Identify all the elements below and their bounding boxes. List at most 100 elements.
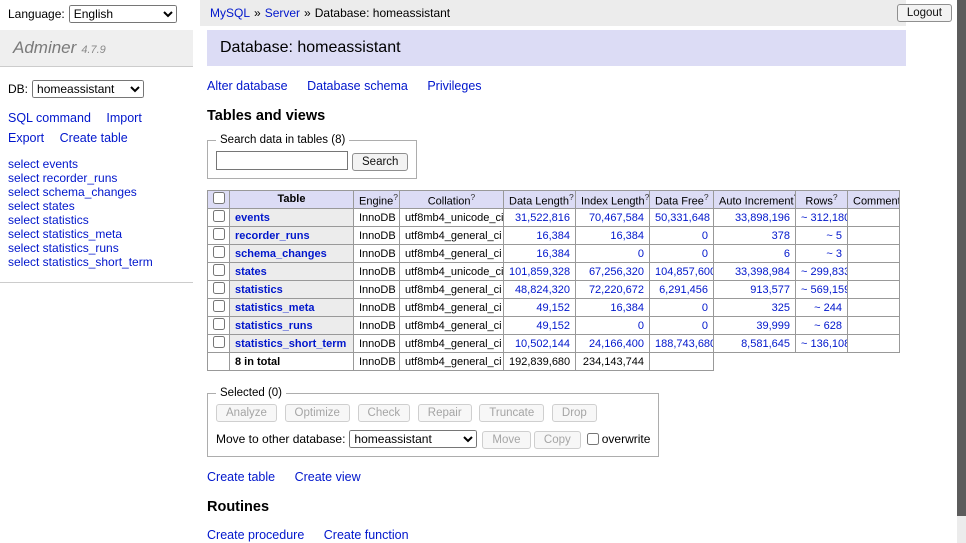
data-length-link[interactable]: 48,824,320 bbox=[515, 284, 570, 296]
rows-link[interactable]: ~ 5 bbox=[826, 230, 842, 242]
table-name-link[interactable]: statistics_meta bbox=[235, 302, 315, 314]
breadcrumb-server-link[interactable]: Server bbox=[265, 6, 300, 20]
breadcrumb-mysql-link[interactable]: MySQL bbox=[210, 6, 250, 20]
sidebar-table-link[interactable]: select statistics_short_term bbox=[8, 256, 185, 269]
table-name-link[interactable]: statistics_short_term bbox=[235, 338, 346, 350]
sidebar-table-link[interactable]: select statistics bbox=[8, 214, 185, 227]
db-action-link[interactable]: Privileges bbox=[427, 79, 481, 93]
search-input[interactable] bbox=[216, 151, 348, 170]
data-length-link[interactable]: 31,522,816 bbox=[515, 212, 570, 224]
index-length-link[interactable]: 24,166,400 bbox=[589, 338, 644, 350]
help-icon[interactable]: ? bbox=[704, 192, 709, 202]
index-length-link[interactable]: 67,256,320 bbox=[589, 266, 644, 278]
index-length-link[interactable]: 16,384 bbox=[610, 230, 644, 242]
data-length-link[interactable]: 49,152 bbox=[536, 320, 570, 332]
select-all-checkbox[interactable] bbox=[213, 192, 225, 204]
sidebar-table-link[interactable]: select statistics_meta bbox=[8, 228, 185, 241]
row-checkbox[interactable] bbox=[213, 282, 225, 294]
scrollbar-thumb[interactable] bbox=[957, 0, 966, 516]
data-free-link[interactable]: 0 bbox=[702, 230, 708, 242]
index-length-link[interactable]: 16,384 bbox=[610, 302, 644, 314]
overwrite-checkbox[interactable] bbox=[587, 433, 599, 445]
auto-increment-link[interactable]: 39,999 bbox=[756, 320, 790, 332]
help-icon[interactable]: ? bbox=[471, 192, 476, 202]
index-length-link[interactable]: 0 bbox=[638, 320, 644, 332]
table-name-link[interactable]: statistics_runs bbox=[235, 320, 313, 332]
copy-button[interactable]: Copy bbox=[534, 431, 581, 449]
table-name-link[interactable]: recorder_runs bbox=[235, 230, 310, 242]
sidebar-table-link[interactable]: select states bbox=[8, 200, 185, 213]
sidebar-table-link[interactable]: select schema_changes bbox=[8, 186, 185, 199]
selected-action-button[interactable]: Drop bbox=[552, 404, 597, 422]
help-icon[interactable]: ? bbox=[569, 192, 574, 202]
move-database-select[interactable]: homeassistant bbox=[349, 430, 477, 448]
row-checkbox[interactable] bbox=[213, 264, 225, 276]
row-checkbox[interactable] bbox=[213, 318, 225, 330]
row-checkbox[interactable] bbox=[213, 246, 225, 258]
data-length-link[interactable]: 49,152 bbox=[536, 302, 570, 314]
auto-increment-link[interactable]: 6 bbox=[784, 248, 790, 260]
table-name-link[interactable]: states bbox=[235, 266, 267, 278]
move-button[interactable]: Move bbox=[482, 431, 530, 449]
create-link[interactable]: Create table bbox=[207, 470, 275, 484]
index-length-link[interactable]: 70,467,584 bbox=[589, 212, 644, 224]
database-select[interactable]: homeassistant bbox=[32, 80, 144, 98]
auto-increment-link[interactable]: 8,581,645 bbox=[741, 338, 790, 350]
data-length-link[interactable]: 10,502,144 bbox=[515, 338, 570, 350]
rows-link[interactable]: ~ 312,180 bbox=[801, 212, 848, 224]
create-link[interactable]: Create view bbox=[295, 470, 361, 484]
auto-increment-link[interactable]: 33,398,984 bbox=[735, 266, 790, 278]
data-free-link[interactable]: 6,291,456 bbox=[659, 284, 708, 296]
sidebar-table-link[interactable]: select events bbox=[8, 158, 185, 171]
sidebar-action-link[interactable]: Create table bbox=[60, 131, 128, 145]
sidebar-action-link[interactable]: Import bbox=[106, 111, 141, 125]
row-checkbox[interactable] bbox=[213, 228, 225, 240]
row-checkbox[interactable] bbox=[213, 210, 225, 222]
selected-action-button[interactable]: Truncate bbox=[479, 404, 544, 422]
data-free-link[interactable]: 0 bbox=[702, 302, 708, 314]
data-free-link[interactable]: 188,743,680 bbox=[655, 338, 714, 350]
selected-action-button[interactable]: Repair bbox=[418, 404, 472, 422]
scrollbar[interactable] bbox=[957, 0, 966, 543]
auto-increment-link[interactable]: 913,577 bbox=[750, 284, 790, 296]
sidebar-table-link[interactable]: select statistics_runs bbox=[8, 242, 185, 255]
row-checkbox[interactable] bbox=[213, 336, 225, 348]
help-icon[interactable]: ? bbox=[833, 192, 838, 202]
rows-link[interactable]: ~ 136,108 bbox=[801, 338, 848, 350]
auto-increment-link[interactable]: 378 bbox=[772, 230, 790, 242]
sidebar-table-link[interactable]: select recorder_runs bbox=[8, 172, 185, 185]
table-name-link[interactable]: statistics bbox=[235, 284, 283, 296]
auto-increment-link[interactable]: 33,898,196 bbox=[735, 212, 790, 224]
data-free-link[interactable]: 50,331,648 bbox=[655, 212, 710, 224]
sidebar-action-link[interactable]: SQL command bbox=[8, 111, 91, 125]
data-length-link[interactable]: 16,384 bbox=[536, 230, 570, 242]
rows-link[interactable]: ~ 244 bbox=[814, 302, 842, 314]
db-action-link[interactable]: Database schema bbox=[307, 79, 408, 93]
rows-link[interactable]: ~ 569,159 bbox=[801, 284, 848, 296]
help-icon[interactable]: ? bbox=[645, 192, 650, 202]
rows-link[interactable]: ~ 3 bbox=[826, 248, 842, 260]
routine-link[interactable]: Create procedure bbox=[207, 528, 304, 542]
data-free-link[interactable]: 0 bbox=[702, 248, 708, 260]
row-checkbox[interactable] bbox=[213, 300, 225, 312]
help-icon[interactable]: ? bbox=[393, 192, 398, 202]
data-length-link[interactable]: 101,859,328 bbox=[509, 266, 570, 278]
index-length-link[interactable]: 0 bbox=[638, 248, 644, 260]
table-name-link[interactable]: schema_changes bbox=[235, 248, 327, 260]
rows-link[interactable]: ~ 628 bbox=[814, 320, 842, 332]
search-button[interactable]: Search bbox=[352, 153, 408, 171]
data-free-link[interactable]: 104,857,600 bbox=[655, 266, 714, 278]
selected-action-button[interactable]: Analyze bbox=[216, 404, 277, 422]
logout-button[interactable]: Logout bbox=[897, 4, 952, 22]
auto-increment-link[interactable]: 325 bbox=[772, 302, 790, 314]
language-select[interactable]: English bbox=[69, 5, 177, 23]
index-length-link[interactable]: 72,220,672 bbox=[589, 284, 644, 296]
selected-action-button[interactable]: Optimize bbox=[285, 404, 350, 422]
rows-link[interactable]: ~ 299,833 bbox=[801, 266, 848, 278]
db-action-link[interactable]: Alter database bbox=[207, 79, 288, 93]
routine-link[interactable]: Create function bbox=[324, 528, 409, 542]
table-name-link[interactable]: events bbox=[235, 212, 270, 224]
data-free-link[interactable]: 0 bbox=[702, 320, 708, 332]
data-length-link[interactable]: 16,384 bbox=[536, 248, 570, 260]
selected-action-button[interactable]: Check bbox=[358, 404, 411, 422]
